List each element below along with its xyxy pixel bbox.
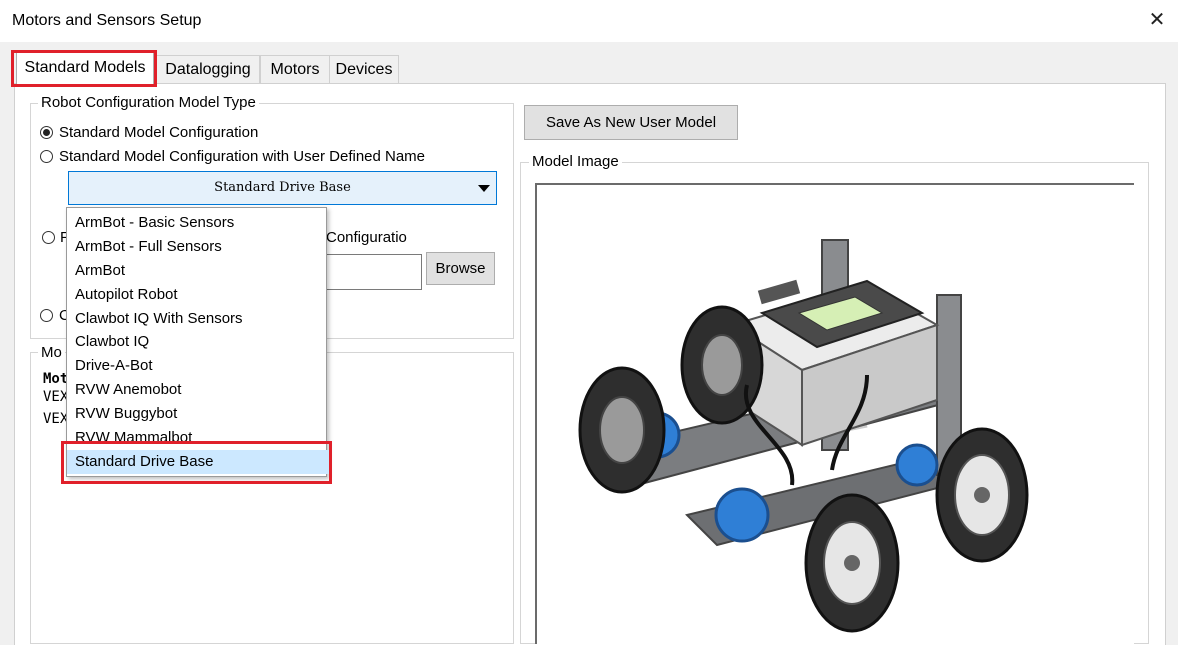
- dropdown-item[interactable]: Clawbot IQ: [67, 330, 331, 354]
- save-as-new-user-model-button[interactable]: Save As New User Model: [524, 105, 738, 140]
- robot-model-image: [578, 239, 1029, 633]
- dropdown-item[interactable]: ArmBot - Full Sensors: [67, 235, 331, 259]
- radio-custom[interactable]: [40, 309, 53, 322]
- tab-motors[interactable]: Motors: [260, 55, 330, 83]
- radio-label-file-tail: Configuratio: [326, 229, 407, 246]
- radio-label-user-defined: Standard Model Configuration with User D…: [59, 148, 426, 165]
- model-image-frame: [535, 183, 1134, 644]
- group-label-model-image: Model Image: [529, 153, 622, 170]
- browse-button[interactable]: Browse: [426, 252, 495, 285]
- file-path-input[interactable]: [326, 254, 422, 290]
- group-label-config: Robot Configuration Model Type: [38, 94, 259, 111]
- radio-standard-model[interactable]: [40, 126, 53, 139]
- model-dropdown-list: ArmBot - Basic Sensors ArmBot - Full Sen…: [66, 207, 331, 477]
- dropdown-item[interactable]: Drive-A-Bot: [67, 354, 331, 378]
- dropdown-item[interactable]: ArmBot - Basic Sensors: [67, 211, 331, 235]
- model-line-3: VEX: [43, 411, 69, 427]
- model-line-1: Mot: [43, 371, 69, 387]
- model-line-2: VEX: [43, 389, 69, 405]
- highlight-box-tab: [11, 50, 157, 87]
- close-icon[interactable]: ✕: [1146, 9, 1168, 31]
- dropdown-item[interactable]: RVW Buggybot: [67, 402, 331, 426]
- radio-file[interactable]: [42, 231, 55, 244]
- dropdown-item[interactable]: Autopilot Robot: [67, 283, 331, 307]
- window-title: Motors and Sensors Setup: [12, 12, 202, 29]
- highlight-box-selected-item: [61, 441, 332, 484]
- tab-datalogging[interactable]: Datalogging: [156, 55, 260, 83]
- tab-devices[interactable]: Devices: [329, 55, 399, 83]
- radio-label-standard-model: Standard Model Configuration: [59, 124, 259, 141]
- group-label-model-fragment: Mo: [38, 344, 65, 361]
- chevron-down-icon[interactable]: [478, 185, 490, 192]
- dropdown-item[interactable]: ArmBot: [67, 259, 331, 283]
- combo-value: Standard Drive Base: [214, 180, 351, 195]
- model-combo[interactable]: Standard Drive Base: [68, 171, 497, 205]
- dropdown-item[interactable]: RVW Anemobot: [67, 378, 331, 402]
- dropdown-item[interactable]: Clawbot IQ With Sensors: [67, 307, 331, 331]
- radio-user-defined-name[interactable]: [40, 150, 53, 163]
